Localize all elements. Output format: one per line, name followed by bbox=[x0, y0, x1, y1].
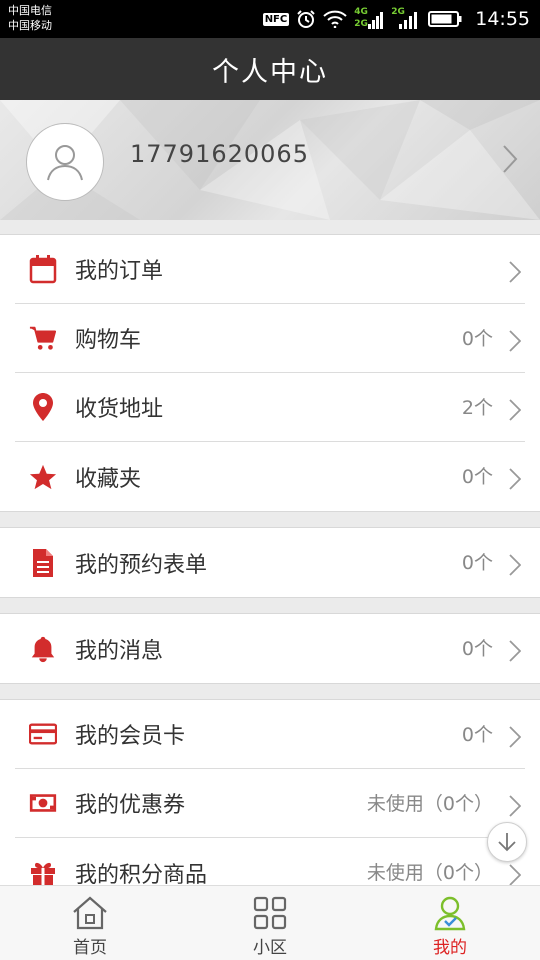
nav-item-mine[interactable]: 我的 bbox=[360, 886, 540, 960]
nav-label: 首页 bbox=[73, 938, 107, 958]
battery-icon bbox=[428, 10, 462, 28]
card-icon bbox=[29, 718, 57, 750]
user-icon bbox=[47, 145, 83, 181]
scroll-down-button[interactable] bbox=[487, 822, 527, 862]
menu-item-member-card[interactable]: 我的会员卡 0个 bbox=[15, 700, 525, 769]
user-phone-number: 17791620065 bbox=[130, 140, 309, 168]
chevron-right-icon bbox=[509, 726, 521, 748]
menu-item-label: 购物车 bbox=[75, 328, 142, 353]
carrier-primary: 中国电信 bbox=[8, 4, 52, 17]
menu-item-label: 我的积分商品 bbox=[75, 862, 208, 888]
menu-item-label: 我的优惠券 bbox=[75, 793, 186, 818]
location-pin-icon bbox=[29, 391, 57, 423]
profile-banner[interactable]: 17791620065 bbox=[0, 100, 540, 220]
menu-item-points-goods[interactable]: 我的积分商品 未使用（0个） bbox=[15, 838, 525, 889]
menu-section-orders: 我的订单 购物车 0个 收货地址 2个 收藏夹 0个 bbox=[0, 234, 540, 512]
alarm-icon bbox=[296, 9, 316, 29]
star-icon bbox=[29, 461, 57, 493]
menu-item-booking-forms[interactable]: 我的预约表单 0个 bbox=[15, 528, 525, 597]
status-bar: 中国电信 中国移动 NFC 4G 2G 2G 14:55 bbox=[0, 0, 540, 38]
menu-item-cart[interactable]: 购物车 0个 bbox=[15, 304, 525, 373]
status-time: 14:55 bbox=[475, 8, 530, 30]
network-label-4g: 4G bbox=[354, 7, 368, 17]
chevron-right-icon bbox=[509, 261, 521, 283]
menu-section-rewards: 我的会员卡 0个 我的优惠券 未使用（0个） 我的积分商品 未使用（0个） bbox=[0, 699, 540, 889]
menu-item-label: 收货地址 bbox=[75, 397, 164, 422]
menu-item-messages[interactable]: 我的消息 0个 bbox=[15, 614, 525, 683]
menu-item-count: 0个 bbox=[461, 724, 493, 746]
nav-item-home[interactable]: 首页 bbox=[0, 886, 180, 960]
avatar[interactable] bbox=[26, 123, 104, 201]
grid-icon bbox=[253, 896, 287, 930]
bell-icon bbox=[29, 633, 57, 665]
menu-item-label: 我的订单 bbox=[75, 259, 164, 284]
menu-item-favorites[interactable]: 收藏夹 0个 bbox=[15, 442, 525, 511]
carrier-secondary: 中国移动 bbox=[8, 19, 52, 32]
home-icon bbox=[73, 896, 107, 930]
bottom-nav: 首页 小区 我的 bbox=[0, 885, 540, 960]
menu-item-count: 0个 bbox=[461, 638, 493, 660]
cart-icon bbox=[29, 322, 57, 354]
calendar-icon bbox=[29, 253, 57, 285]
page-title: 个人中心 bbox=[212, 56, 328, 88]
nav-label: 小区 bbox=[253, 938, 287, 958]
wifi-icon bbox=[323, 10, 347, 28]
nav-label: 我的 bbox=[433, 938, 467, 958]
chevron-right-icon bbox=[509, 795, 521, 817]
menu-item-count: 0个 bbox=[461, 328, 493, 350]
menu-section-messages: 我的消息 0个 bbox=[0, 613, 540, 684]
carrier-info: 中国电信 中国移动 bbox=[8, 3, 52, 33]
network-label-2g-a: 2G bbox=[354, 19, 368, 29]
menu-item-address[interactable]: 收货地址 2个 bbox=[15, 373, 525, 442]
arrow-down-icon bbox=[498, 833, 516, 852]
chevron-right-icon bbox=[509, 468, 521, 490]
menu-section-booking: 我的预约表单 0个 bbox=[0, 527, 540, 598]
chevron-right-icon bbox=[509, 640, 521, 662]
chevron-right-icon bbox=[509, 330, 521, 352]
menu-item-count: 未使用（0个） bbox=[366, 793, 493, 815]
menu-item-coupons[interactable]: 我的优惠券 未使用（0个） bbox=[15, 769, 525, 838]
gift-icon bbox=[29, 857, 57, 889]
coupon-icon bbox=[29, 787, 57, 819]
menu-item-count: 0个 bbox=[461, 466, 493, 488]
chevron-right-icon bbox=[503, 145, 518, 173]
signal-2g-icon: 2G bbox=[391, 7, 421, 31]
menu-item-orders[interactable]: 我的订单 bbox=[15, 235, 525, 304]
title-bar: 个人中心 bbox=[0, 38, 540, 100]
profile-icon bbox=[434, 896, 466, 931]
nfc-icon: NFC bbox=[262, 12, 290, 26]
menu-item-label: 收藏夹 bbox=[75, 466, 142, 492]
menu-item-count: 0个 bbox=[461, 552, 493, 574]
chevron-right-icon bbox=[509, 399, 521, 421]
nav-item-community[interactable]: 小区 bbox=[180, 886, 360, 960]
menu-item-label: 我的预约表单 bbox=[75, 552, 208, 578]
menu-item-label: 我的会员卡 bbox=[75, 724, 186, 749]
menu-item-count: 2个 bbox=[461, 397, 493, 419]
menu-item-count: 未使用（0个） bbox=[366, 862, 493, 884]
menu-item-label: 我的消息 bbox=[75, 638, 164, 664]
document-icon bbox=[29, 547, 57, 579]
chevron-right-icon bbox=[509, 864, 521, 886]
chevron-right-icon bbox=[509, 554, 521, 576]
signal-4g-icon: 4G 2G bbox=[354, 7, 384, 31]
